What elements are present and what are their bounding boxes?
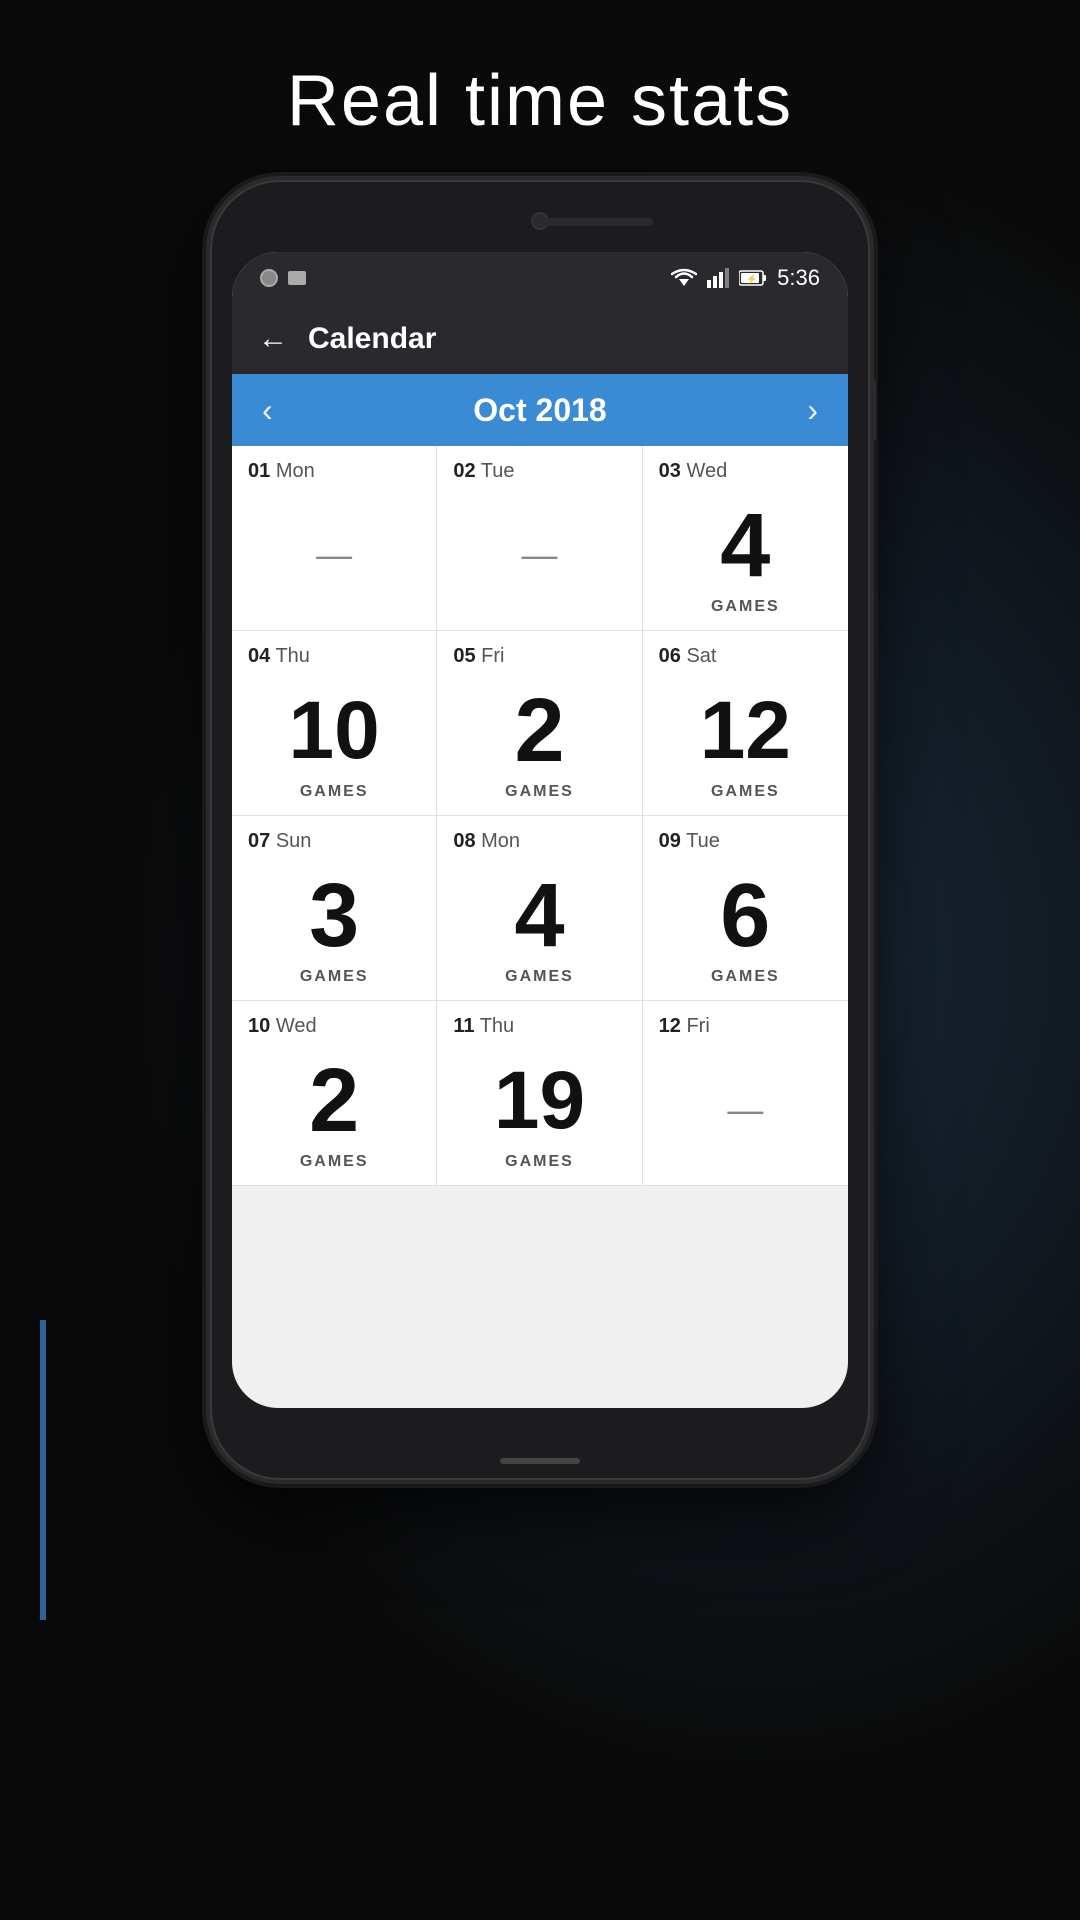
day-label: 07 Sun xyxy=(248,830,420,853)
games-label: GAMES xyxy=(248,1153,420,1171)
no-games-dash: — xyxy=(659,1048,832,1171)
games-count: 4 xyxy=(453,863,625,968)
day-label: 01 Mon xyxy=(248,460,420,483)
battery-icon: ⚡ xyxy=(739,270,767,286)
games-count: 3 xyxy=(248,863,420,968)
calendar-cell[interactable]: 05 Fri 2GAMES xyxy=(437,631,642,816)
phone-side-button xyxy=(870,380,876,440)
games-count: 6 xyxy=(659,863,832,968)
games-count: 2 xyxy=(248,1048,420,1153)
day-label: 10 Wed xyxy=(248,1015,420,1038)
calendar-grid: 01 Mon—02 Tue—03 Wed4GAMES04 Thu10GAMES0… xyxy=(232,446,848,1186)
calendar-cell[interactable]: 12 Fri — xyxy=(643,1001,848,1186)
status-left-icons xyxy=(260,269,306,287)
wifi-icon xyxy=(671,268,697,288)
games-label: GAMES xyxy=(659,598,832,616)
calendar-cell[interactable]: 04 Thu 10GAMES xyxy=(232,631,437,816)
games-label: GAMES xyxy=(453,1153,625,1171)
day-label: 08 Mon xyxy=(453,830,625,853)
calendar-nav: ‹ Oct 2018 › xyxy=(232,374,848,446)
blue-accent-decoration xyxy=(40,1320,46,1620)
games-label: GAMES xyxy=(248,968,420,986)
games-label: GAMES xyxy=(659,968,832,986)
status-time: 5:36 xyxy=(777,265,820,291)
calendar-cell[interactable]: 01 Mon — xyxy=(232,446,437,631)
hero-title: Real time stats xyxy=(0,60,1080,142)
games-count: 10 xyxy=(248,678,420,783)
day-label: 04 Thu xyxy=(248,645,420,668)
app-header: ← Calendar xyxy=(232,304,848,374)
phone-screen: ⚡ 5:36 ← Calendar ‹ Oct 2018 › 01 Mon—02… xyxy=(232,252,848,1408)
day-label: 06 Sat xyxy=(659,645,832,668)
back-button[interactable]: ← xyxy=(258,322,288,356)
calendar-cell[interactable]: 07 Sun 3GAMES xyxy=(232,816,437,1001)
month-label: Oct 2018 xyxy=(473,392,606,429)
calendar-cell[interactable]: 11 Thu 19GAMES xyxy=(437,1001,642,1186)
calendar-cell[interactable]: 06 Sat 12GAMES xyxy=(643,631,848,816)
games-label: GAMES xyxy=(453,783,625,801)
games-label: GAMES xyxy=(659,783,832,801)
games-count: 2 xyxy=(453,678,625,783)
status-card-icon xyxy=(288,271,306,285)
no-games-dash: — xyxy=(453,493,625,616)
calendar-cell[interactable]: 03 Wed 4GAMES xyxy=(643,446,848,631)
phone-home-indicator xyxy=(500,1458,580,1464)
calendar-cell[interactable]: 09 Tue 6GAMES xyxy=(643,816,848,1001)
status-right-area: ⚡ 5:36 xyxy=(671,265,820,291)
day-label: 09 Tue xyxy=(659,830,832,853)
games-count: 4 xyxy=(659,493,832,598)
day-label: 05 Fri xyxy=(453,645,625,668)
prev-month-button[interactable]: ‹ xyxy=(262,392,273,429)
games-count: 19 xyxy=(453,1048,625,1153)
day-label: 12 Fri xyxy=(659,1015,832,1038)
signal-icon xyxy=(707,268,729,288)
status-bar: ⚡ 5:36 xyxy=(232,252,848,304)
next-month-button[interactable]: › xyxy=(807,392,818,429)
status-dot-icon xyxy=(260,269,278,287)
games-label: GAMES xyxy=(453,968,625,986)
phone-speaker xyxy=(533,218,653,226)
calendar-cell[interactable]: 08 Mon 4GAMES xyxy=(437,816,642,1001)
calendar-cell[interactable]: 02 Tue — xyxy=(437,446,642,631)
games-count: 12 xyxy=(659,678,832,783)
day-label: 11 Thu xyxy=(453,1015,625,1038)
day-label: 02 Tue xyxy=(453,460,625,483)
games-label: GAMES xyxy=(248,783,420,801)
page-title: Calendar xyxy=(308,322,436,356)
svg-text:⚡: ⚡ xyxy=(746,273,757,285)
phone-frame: ⚡ 5:36 ← Calendar ‹ Oct 2018 › 01 Mon—02… xyxy=(210,180,870,1480)
calendar-cell[interactable]: 10 Wed 2GAMES xyxy=(232,1001,437,1186)
no-games-dash: — xyxy=(248,493,420,616)
day-label: 03 Wed xyxy=(659,460,832,483)
